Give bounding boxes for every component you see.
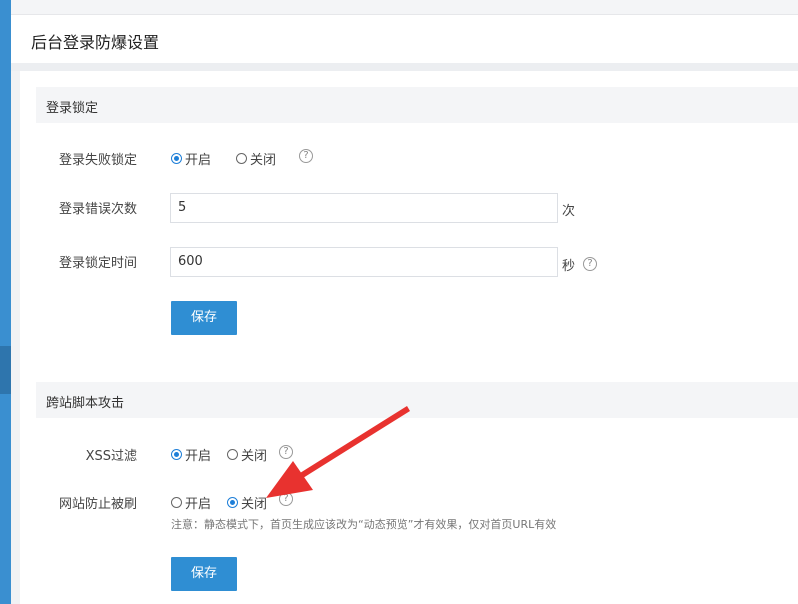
- save-lock-button[interactable]: 保存: [171, 301, 237, 335]
- radio-label: 开启: [185, 153, 212, 168]
- save-xss-button[interactable]: 保存: [171, 557, 237, 591]
- attempts-input[interactable]: 5: [170, 193, 558, 223]
- radio-checked-icon: [227, 497, 238, 508]
- fail-lock-label: 登录失败锁定: [58, 153, 137, 168]
- radio-label: 关闭: [250, 153, 277, 168]
- xss-filter-label: XSS过滤: [85, 449, 137, 464]
- fail-lock-off-radio[interactable]: 关闭: [236, 149, 276, 168]
- settings-content: 登录锁定 登录失败锁定 开启 关闭 ? 登录错误次数 5 次 登录锁定时间 60…: [20, 71, 798, 604]
- help-circle-icon[interactable]: ?: [583, 257, 597, 271]
- help-circle-icon[interactable]: ?: [299, 149, 313, 163]
- page-header: 后台登录防爆设置: [11, 15, 798, 63]
- xss-filter-off-radio[interactable]: 关闭: [227, 445, 267, 464]
- xss-filter-on-radio[interactable]: 开启: [171, 445, 211, 464]
- radio-label: 关闭: [241, 497, 268, 512]
- radio-checked-icon: [171, 449, 182, 460]
- sidebar-active-marker: [0, 346, 11, 394]
- lock-time-unit: 秒: [562, 259, 576, 274]
- radio-label: 开启: [185, 449, 212, 464]
- anti-refresh-note: 注意：静态模式下，首页生成应该改为“动态预览”才有效果，仅对首页URL有效: [171, 518, 557, 531]
- top-bar: [11, 0, 798, 15]
- section-header-xss: 跨站脚本攻击: [36, 382, 798, 418]
- left-sidebar-strip: [0, 0, 11, 604]
- lock-time-input[interactable]: 600: [170, 247, 558, 277]
- lock-time-label: 登录锁定时间: [58, 256, 137, 271]
- radio-unchecked-icon: [236, 153, 247, 164]
- attempts-unit: 次: [562, 204, 576, 219]
- section-title: 跨站脚本攻击: [46, 396, 125, 411]
- radio-checked-icon: [171, 153, 182, 164]
- radio-unchecked-icon: [227, 449, 238, 460]
- section-header-login-lock: 登录锁定: [36, 87, 798, 123]
- header-separator: [11, 63, 798, 71]
- help-circle-icon[interactable]: ?: [279, 445, 293, 459]
- radio-label: 开启: [185, 497, 212, 512]
- anti-refresh-label: 网站防止被刷: [58, 497, 137, 512]
- anti-refresh-off-radio[interactable]: 关闭: [227, 493, 267, 512]
- anti-refresh-on-radio[interactable]: 开启: [171, 493, 211, 512]
- fail-lock-on-radio[interactable]: 开启: [171, 149, 211, 168]
- page-title: 后台登录防爆设置: [31, 33, 160, 52]
- section-title: 登录锁定: [46, 101, 99, 116]
- help-circle-icon[interactable]: ?: [279, 492, 293, 506]
- radio-label: 关闭: [241, 449, 268, 464]
- attempts-label: 登录错误次数: [58, 202, 137, 217]
- radio-unchecked-icon: [171, 497, 182, 508]
